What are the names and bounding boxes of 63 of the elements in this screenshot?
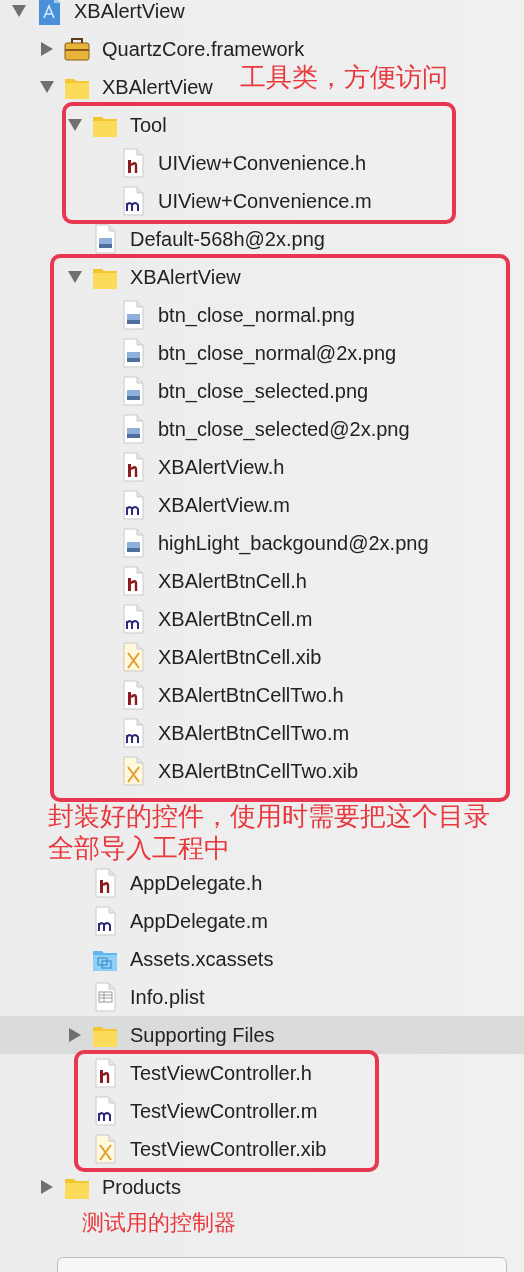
file-name[interactable]: Info.plist — [130, 985, 205, 1009]
file-name[interactable]: XBAlertView.m — [158, 493, 290, 517]
file-name[interactable]: Tool — [130, 113, 167, 137]
annotation-text: 测试用的控制器 — [82, 1209, 236, 1237]
file-name[interactable]: XBAlertBtnCellTwo.h — [158, 683, 344, 707]
file-name[interactable]: btn_close_normal.png — [158, 303, 355, 327]
image-file-icon — [120, 338, 146, 368]
file-name[interactable]: XBAlertBtnCellTwo.m — [158, 721, 350, 745]
interface-file-icon — [120, 642, 146, 672]
file-name[interactable]: TestViewController.m — [130, 1099, 318, 1123]
interface-file-icon — [120, 756, 146, 786]
file-name[interactable]: btn_close_selected.png — [158, 379, 369, 403]
file-name[interactable]: TestViewController.h — [130, 1061, 312, 1085]
header-file-icon — [120, 680, 146, 710]
disclosure-triangle-icon[interactable] — [67, 270, 83, 284]
file-name[interactable]: AppDelegate.m — [130, 909, 268, 933]
file-name[interactable]: btn_close_selected@2x.png — [158, 417, 410, 441]
disclosure-triangle-icon[interactable] — [40, 1179, 54, 1195]
annotation-text: 工具类，方便访问 — [240, 61, 448, 94]
image-file-icon — [120, 376, 146, 406]
source-file-icon — [92, 1096, 118, 1126]
annotation-text: 封装好的控件，使用时需要把这个目录全部导入工程中 — [48, 800, 491, 864]
disclosure-triangle-icon[interactable] — [11, 4, 27, 18]
source-file-icon — [120, 718, 146, 748]
source-file-icon — [120, 186, 146, 216]
file-name[interactable]: XBAlertView — [74, 0, 185, 23]
header-file-icon — [120, 148, 146, 178]
disclosure-triangle-icon[interactable] — [68, 1027, 82, 1043]
image-file-icon — [120, 528, 146, 558]
source-file-icon — [120, 604, 146, 634]
disclosure-triangle-icon[interactable] — [67, 118, 83, 132]
file-name[interactable]: XBAlertBtnCell.xib — [158, 645, 322, 669]
file-name[interactable]: UIView+Convenience.h — [158, 151, 367, 175]
disclosure-triangle-icon[interactable] — [39, 80, 55, 94]
image-file-icon — [120, 300, 146, 330]
image-file-icon — [120, 414, 146, 444]
file-name[interactable]: Supporting Files — [130, 1023, 275, 1047]
interface-file-icon — [92, 1134, 118, 1164]
file-name[interactable]: Products — [102, 1175, 181, 1199]
file-name[interactable]: UIView+Convenience.m — [158, 189, 372, 213]
image-file-icon — [92, 224, 118, 254]
header-file-icon — [92, 1058, 118, 1088]
file-name[interactable]: AppDelegate.h — [130, 871, 263, 895]
file-name[interactable]: XBAlertBtnCellTwo.xib — [158, 759, 359, 783]
file-name[interactable]: btn_close_normal@2x.png — [158, 341, 397, 365]
plist-file-icon — [92, 982, 118, 1012]
file-name[interactable]: XBAlertView — [130, 265, 241, 289]
file-name[interactable]: Assets.xcassets — [130, 947, 274, 971]
file-name[interactable]: QuartzCore.framework — [102, 37, 305, 61]
source-file-icon — [92, 906, 118, 936]
file-name[interactable]: Default-568h@2x.png — [130, 227, 325, 251]
file-name[interactable]: highLight_backgound@2x.png — [158, 531, 429, 555]
header-file-icon — [120, 452, 146, 482]
file-name[interactable]: TestViewController.xib — [130, 1137, 327, 1161]
header-file-icon — [92, 868, 118, 898]
disclosure-triangle-icon[interactable] — [40, 41, 54, 57]
source-file-icon — [120, 490, 146, 520]
file-name[interactable]: XBAlertView — [102, 75, 213, 99]
file-name[interactable]: XBAlertBtnCell.h — [158, 569, 307, 593]
file-name[interactable]: XBAlertView.h — [158, 455, 285, 479]
project-icon — [36, 0, 62, 26]
header-file-icon — [120, 566, 146, 596]
file-name[interactable]: XBAlertBtnCell.m — [158, 607, 313, 631]
